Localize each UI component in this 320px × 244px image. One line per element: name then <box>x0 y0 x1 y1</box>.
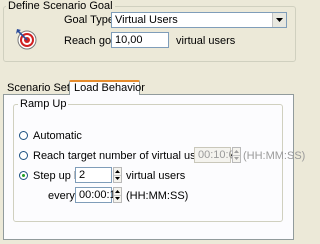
ramp-up-group <box>13 104 283 222</box>
reach-target-format: (HH:MM:SS) <box>243 150 306 162</box>
target-icon <box>15 28 39 52</box>
goal-type-select[interactable]: Virtual Users <box>111 12 287 28</box>
reach-goal-value: 10,00 <box>115 34 143 46</box>
reach-target-time-input[interactable]: 00:10:00 <box>194 147 241 163</box>
step-up-value: 2 <box>79 169 86 181</box>
automatic-label[interactable]: Automatic <box>33 130 82 142</box>
reach-target-radio[interactable] <box>19 151 28 160</box>
step-up-radio[interactable] <box>19 171 28 180</box>
define-scenario-goal-title: Define Scenario Goal <box>6 0 115 12</box>
radio-selected-dot <box>22 174 25 177</box>
reach-goal-unit: virtual users <box>176 35 236 47</box>
load-behavior-panel: Ramp Up Automatic Reach target number of… <box>3 94 305 240</box>
every-format: (HH:MM:SS) <box>126 190 189 202</box>
step-up-input[interactable]: 2 <box>75 167 112 183</box>
reach-target-spinner[interactable] <box>232 147 241 163</box>
spin-down-icon[interactable] <box>233 155 240 162</box>
reach-goal-input[interactable]: 10,00 <box>111 32 169 48</box>
goal-type-value: Virtual Users <box>115 14 178 26</box>
ramp-up-title: Ramp Up <box>18 98 69 110</box>
chevron-down-icon[interactable] <box>272 13 286 27</box>
spin-down-icon[interactable] <box>114 195 121 202</box>
automatic-radio[interactable] <box>19 131 28 140</box>
step-up-spinner[interactable] <box>113 167 122 183</box>
every-time-spinner[interactable] <box>113 187 122 203</box>
spin-down-icon[interactable] <box>114 175 121 182</box>
step-up-unit: virtual users <box>126 170 186 182</box>
tab-load-behavior[interactable]: Load Behavior <box>69 80 145 95</box>
goal-type-label: Goal Type: <box>64 14 117 26</box>
every-label: every <box>48 190 75 202</box>
every-time-input[interactable]: 00:00:10 <box>75 187 122 203</box>
